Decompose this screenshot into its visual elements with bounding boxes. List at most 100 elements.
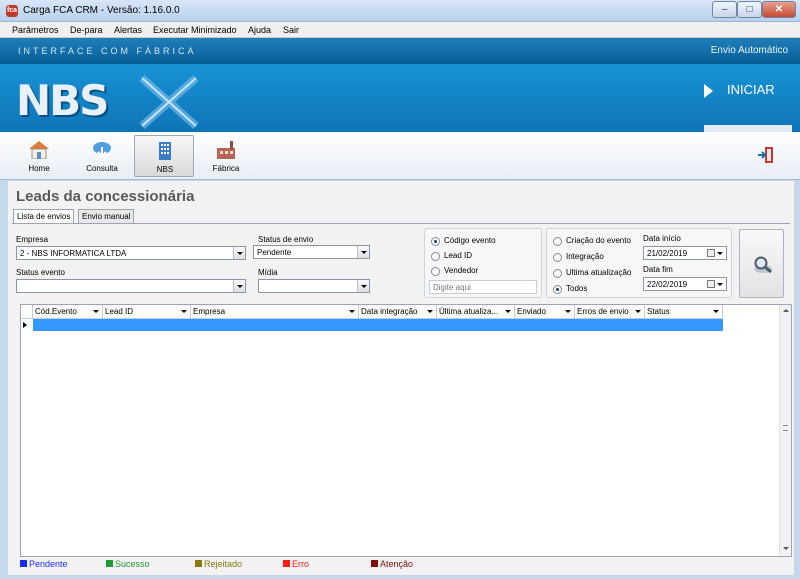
radio-dot bbox=[431, 237, 440, 246]
toolbar-label: NBS bbox=[156, 165, 174, 174]
column-header-label: Data integração bbox=[361, 307, 418, 316]
current-row-indicator-icon bbox=[23, 322, 27, 328]
radio-dot bbox=[431, 267, 440, 276]
status-envio-select[interactable]: Pendente bbox=[253, 245, 370, 259]
date-type-group: Criação do evento Integração Ultima atua… bbox=[546, 228, 732, 298]
chevron-down-icon[interactable] bbox=[717, 283, 723, 286]
chevron-down-icon[interactable] bbox=[357, 280, 369, 292]
column-header-label: Última atualiza... bbox=[439, 307, 499, 316]
radio-label: Ultima atualização bbox=[566, 268, 632, 277]
filter-arrow-icon[interactable] bbox=[181, 310, 187, 313]
filter-arrow-icon[interactable] bbox=[505, 310, 511, 313]
search-button[interactable] bbox=[739, 229, 784, 298]
radio-dot bbox=[553, 269, 562, 278]
legend-swatch bbox=[371, 560, 378, 567]
radio-label: Lead ID bbox=[444, 251, 473, 260]
vertical-scrollbar[interactable] bbox=[779, 305, 791, 556]
nbs-logo: NBS bbox=[16, 76, 109, 125]
mode-label: Envio Automático bbox=[710, 45, 788, 56]
data-fim-value: 22/02/2019 bbox=[647, 280, 688, 289]
radio-label: Criação do evento bbox=[566, 236, 631, 245]
legend-label: Erro bbox=[292, 559, 310, 569]
progress-strip bbox=[704, 125, 792, 132]
legend-label: Sucesso bbox=[115, 559, 150, 569]
calendar-icon[interactable] bbox=[707, 280, 715, 288]
scroll-grip-icon[interactable] bbox=[783, 425, 788, 431]
column-header-label: Erros de envio bbox=[577, 307, 629, 316]
status-evento-label: Status evento bbox=[16, 268, 65, 277]
toolbar-fabrica-button[interactable]: Fábrica bbox=[196, 135, 256, 177]
column-header-empresa[interactable]: Empresa bbox=[191, 305, 359, 319]
menu-de-para[interactable]: De-para bbox=[70, 25, 103, 35]
column-header-data-integracao[interactable]: Data integração bbox=[359, 305, 437, 319]
toolbar-label: Consulta bbox=[86, 164, 118, 173]
toolbar-nbs-button[interactable]: NBS bbox=[134, 135, 194, 177]
legend-swatch bbox=[20, 560, 27, 567]
empresa-select[interactable]: 2 - NBS INFORMATICA LTDA bbox=[16, 246, 246, 260]
legend-label: Rejeitado bbox=[204, 559, 243, 569]
menu-parametros[interactable]: Parâmetros bbox=[12, 25, 59, 35]
toolbar-label: Fábrica bbox=[212, 164, 240, 173]
chevron-down-icon[interactable] bbox=[717, 252, 723, 255]
toolbar-home-button[interactable]: Home bbox=[9, 135, 69, 177]
column-header-erros-envio[interactable]: Erros de envio bbox=[575, 305, 645, 319]
column-header-label: Lead ID bbox=[105, 307, 134, 316]
scroll-down-icon[interactable] bbox=[783, 547, 789, 550]
minimize-button[interactable]: – bbox=[712, 1, 737, 18]
iniciar-label: INICIAR bbox=[727, 82, 775, 97]
status-evento-select[interactable] bbox=[16, 279, 246, 293]
midia-select[interactable] bbox=[258, 279, 370, 293]
tab-lista-envios[interactable]: Lista de envios bbox=[13, 209, 75, 224]
menu-executar-minimizado[interactable]: Executar Minimizado bbox=[153, 25, 237, 35]
calendar-icon[interactable] bbox=[707, 249, 715, 257]
column-header-label: Empresa bbox=[193, 307, 226, 316]
x-logo-icon bbox=[139, 75, 199, 129]
menu-alertas[interactable]: Alertas bbox=[114, 25, 142, 35]
data-fim-field[interactable]: 22/02/2019 bbox=[643, 277, 727, 291]
close-button[interactable]: ✕ bbox=[762, 1, 796, 18]
column-header-cod-evento[interactable]: Cód.Evento bbox=[33, 305, 103, 319]
column-header-label: Cód.Evento bbox=[35, 307, 77, 316]
chevron-down-icon[interactable] bbox=[357, 246, 369, 258]
cloud-download-icon bbox=[93, 142, 111, 158]
chevron-down-icon[interactable] bbox=[233, 280, 245, 292]
column-header-ultima-atualizacao[interactable]: Última atualiza... bbox=[437, 305, 515, 319]
column-header-enviado[interactable]: Enviado bbox=[515, 305, 575, 319]
play-icon bbox=[704, 84, 713, 98]
tab-envio-manual[interactable]: Envio manual bbox=[78, 209, 135, 223]
data-inicio-value: 21/02/2019 bbox=[647, 249, 688, 258]
main-content: Leads da concessionária Lista de envios … bbox=[8, 181, 794, 575]
column-header-label: Enviado bbox=[517, 307, 546, 316]
filter-arrow-icon[interactable] bbox=[427, 310, 433, 313]
search-input[interactable]: Digite aqui bbox=[429, 280, 537, 294]
tab-divider bbox=[12, 223, 790, 224]
radio-dot bbox=[553, 237, 562, 246]
toolbar: Home Consulta NBS Fábrica bbox=[0, 132, 800, 180]
radio-dot bbox=[553, 253, 562, 262]
filter-arrow-icon[interactable] bbox=[565, 310, 571, 313]
menu-sair[interactable]: Sair bbox=[283, 25, 299, 35]
radio-label: Integração bbox=[566, 252, 604, 261]
filter-arrow-icon[interactable] bbox=[635, 310, 641, 313]
table-row[interactable] bbox=[33, 319, 723, 331]
filter-arrow-icon[interactable] bbox=[713, 310, 719, 313]
exit-icon[interactable] bbox=[757, 146, 775, 164]
chevron-down-icon[interactable] bbox=[233, 247, 245, 259]
scroll-up-icon[interactable] bbox=[783, 309, 789, 312]
data-inicio-field[interactable]: 21/02/2019 bbox=[643, 246, 727, 260]
filter-arrow-icon[interactable] bbox=[93, 310, 99, 313]
legend-swatch bbox=[195, 560, 202, 567]
column-header-status[interactable]: Status bbox=[645, 305, 723, 319]
maximize-button[interactable]: □ bbox=[737, 1, 762, 18]
radio-label: Vendedor bbox=[444, 266, 479, 275]
column-header-lead-id[interactable]: Lead ID bbox=[103, 305, 191, 319]
empresa-label: Empresa bbox=[16, 235, 49, 244]
header-band: INTERFACE COM FÁBRICA Envio Automático bbox=[0, 38, 800, 64]
app-icon: fca bbox=[6, 5, 18, 17]
radio-label: Código evento bbox=[444, 236, 496, 245]
logo-band: NBS bbox=[0, 64, 800, 132]
status-envio-label: Status de envio bbox=[258, 235, 314, 244]
filter-arrow-icon[interactable] bbox=[349, 310, 355, 313]
toolbar-consulta-button[interactable]: Consulta bbox=[72, 135, 132, 177]
menu-ajuda[interactable]: Ajuda bbox=[248, 25, 271, 35]
